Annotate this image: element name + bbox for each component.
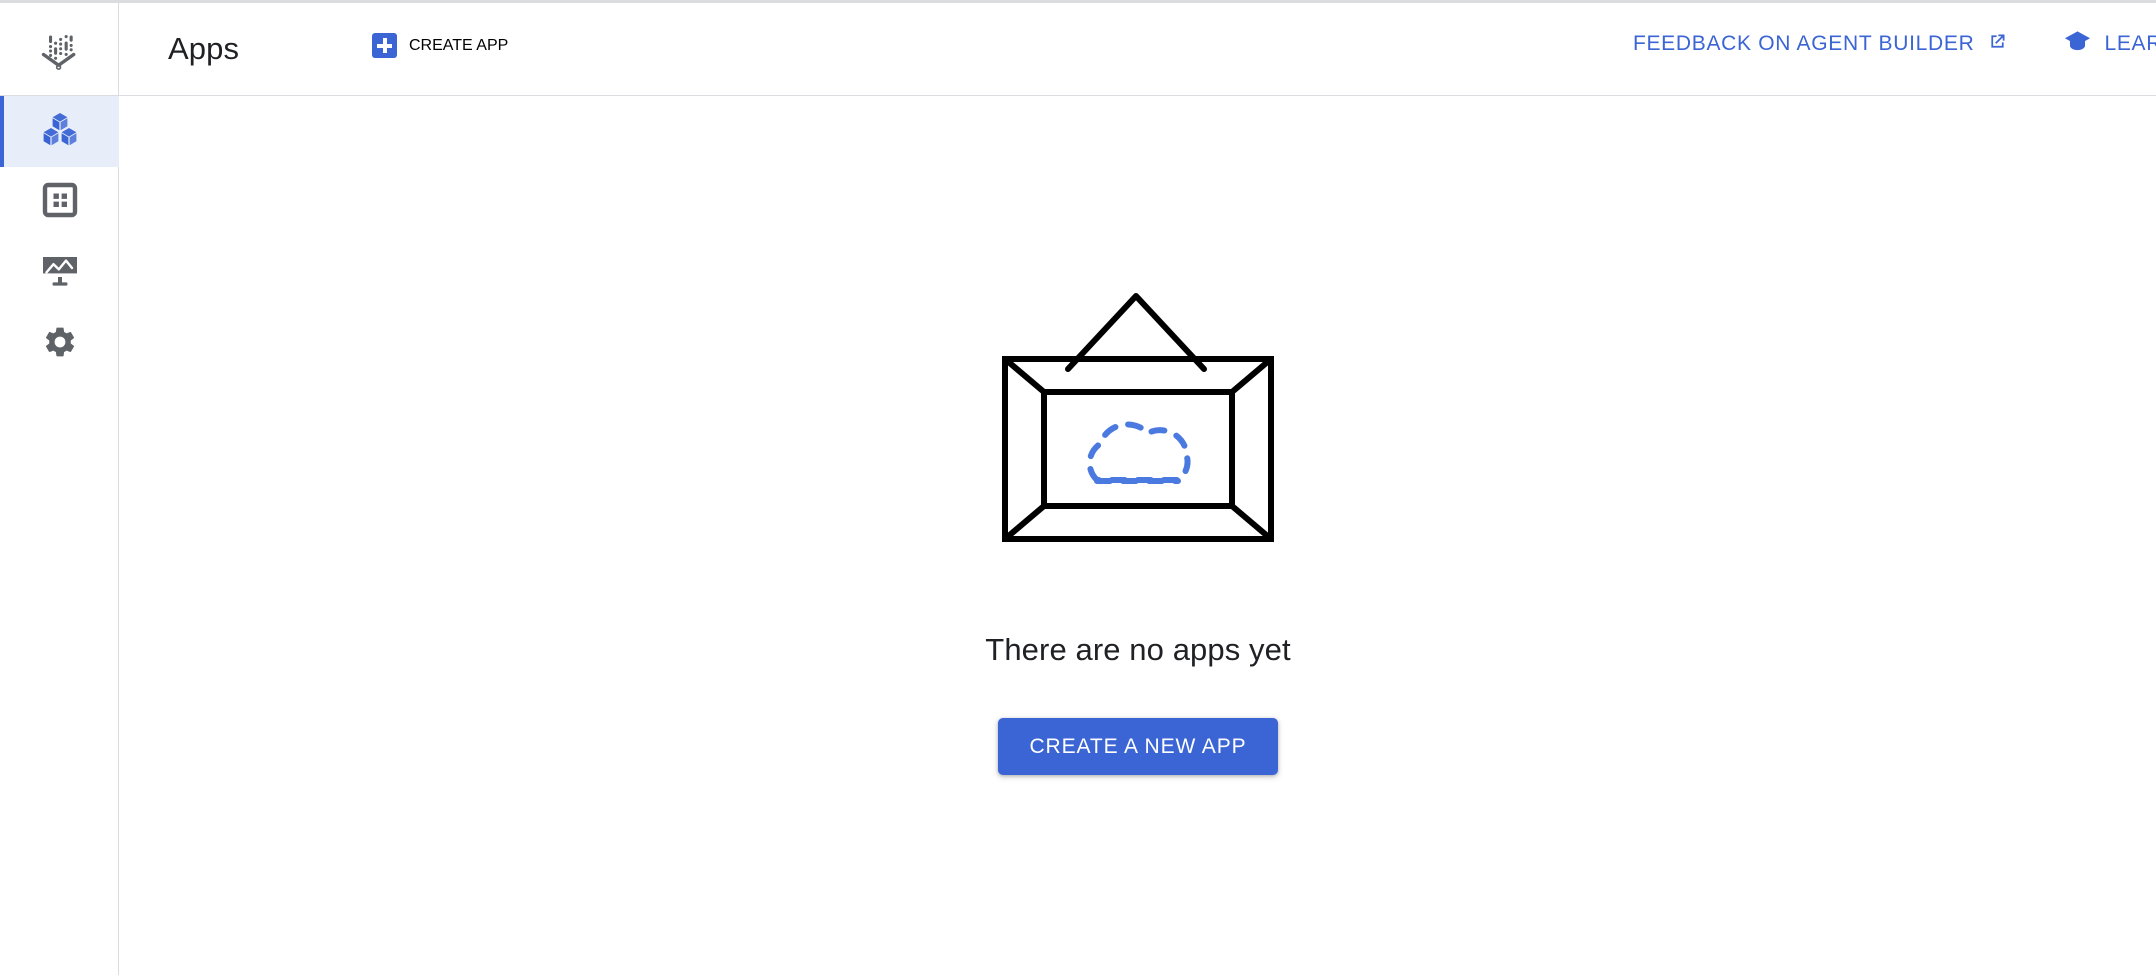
external-link-icon [1987,31,2008,58]
plus-square-icon [372,33,397,58]
graduation-cap-icon [2064,29,2091,59]
app-header: Apps CREATE APP FEEDBACK ON AGENT BUILDE… [0,3,2156,96]
grid-squares-icon [42,182,78,223]
sidebar-item-settings[interactable] [0,309,119,380]
empty-state-title: There are no apps yet [985,632,1291,667]
sidebar-item-data-stores[interactable] [0,167,119,238]
cubes-icon [40,109,80,154]
create-app-button[interactable]: CREATE APP [372,33,508,58]
create-a-new-app-button[interactable]: CREATE A NEW APP [998,718,1278,775]
empty-picture-frame-with-dashed-cloud-illustration [1002,282,1274,547]
sidebar-item-monitoring[interactable] [0,238,119,309]
left-nav-rail [0,96,119,975]
feedback-label: FEEDBACK ON AGENT BUILDER [1632,32,1975,55]
learn-label: LEARN [2104,32,2156,55]
sidebar-item-apps[interactable] [0,96,119,167]
feedback-on-agent-builder-link[interactable]: FEEDBACK ON AGENT BUILDER [1633,31,2009,58]
empty-state: There are no apps yet CREATE A NEW APP [120,97,2156,775]
create-app-label: CREATE APP [409,36,509,54]
gear-icon [42,324,78,365]
app-root: Apps CREATE APP FEEDBACK ON AGENT BUILDE… [0,0,2156,977]
header-actions: FEEDBACK ON AGENT BUILDER LEARN [1633,29,2156,59]
brand-logo-cell[interactable] [0,3,119,95]
main-content: There are no apps yet CREATE A NEW APP [120,97,2156,977]
page-title: Apps [168,31,240,66]
vertex-ai-logo [36,24,82,75]
learn-link[interactable]: LEARN [2064,29,2156,59]
monitor-chart-icon [41,254,79,293]
